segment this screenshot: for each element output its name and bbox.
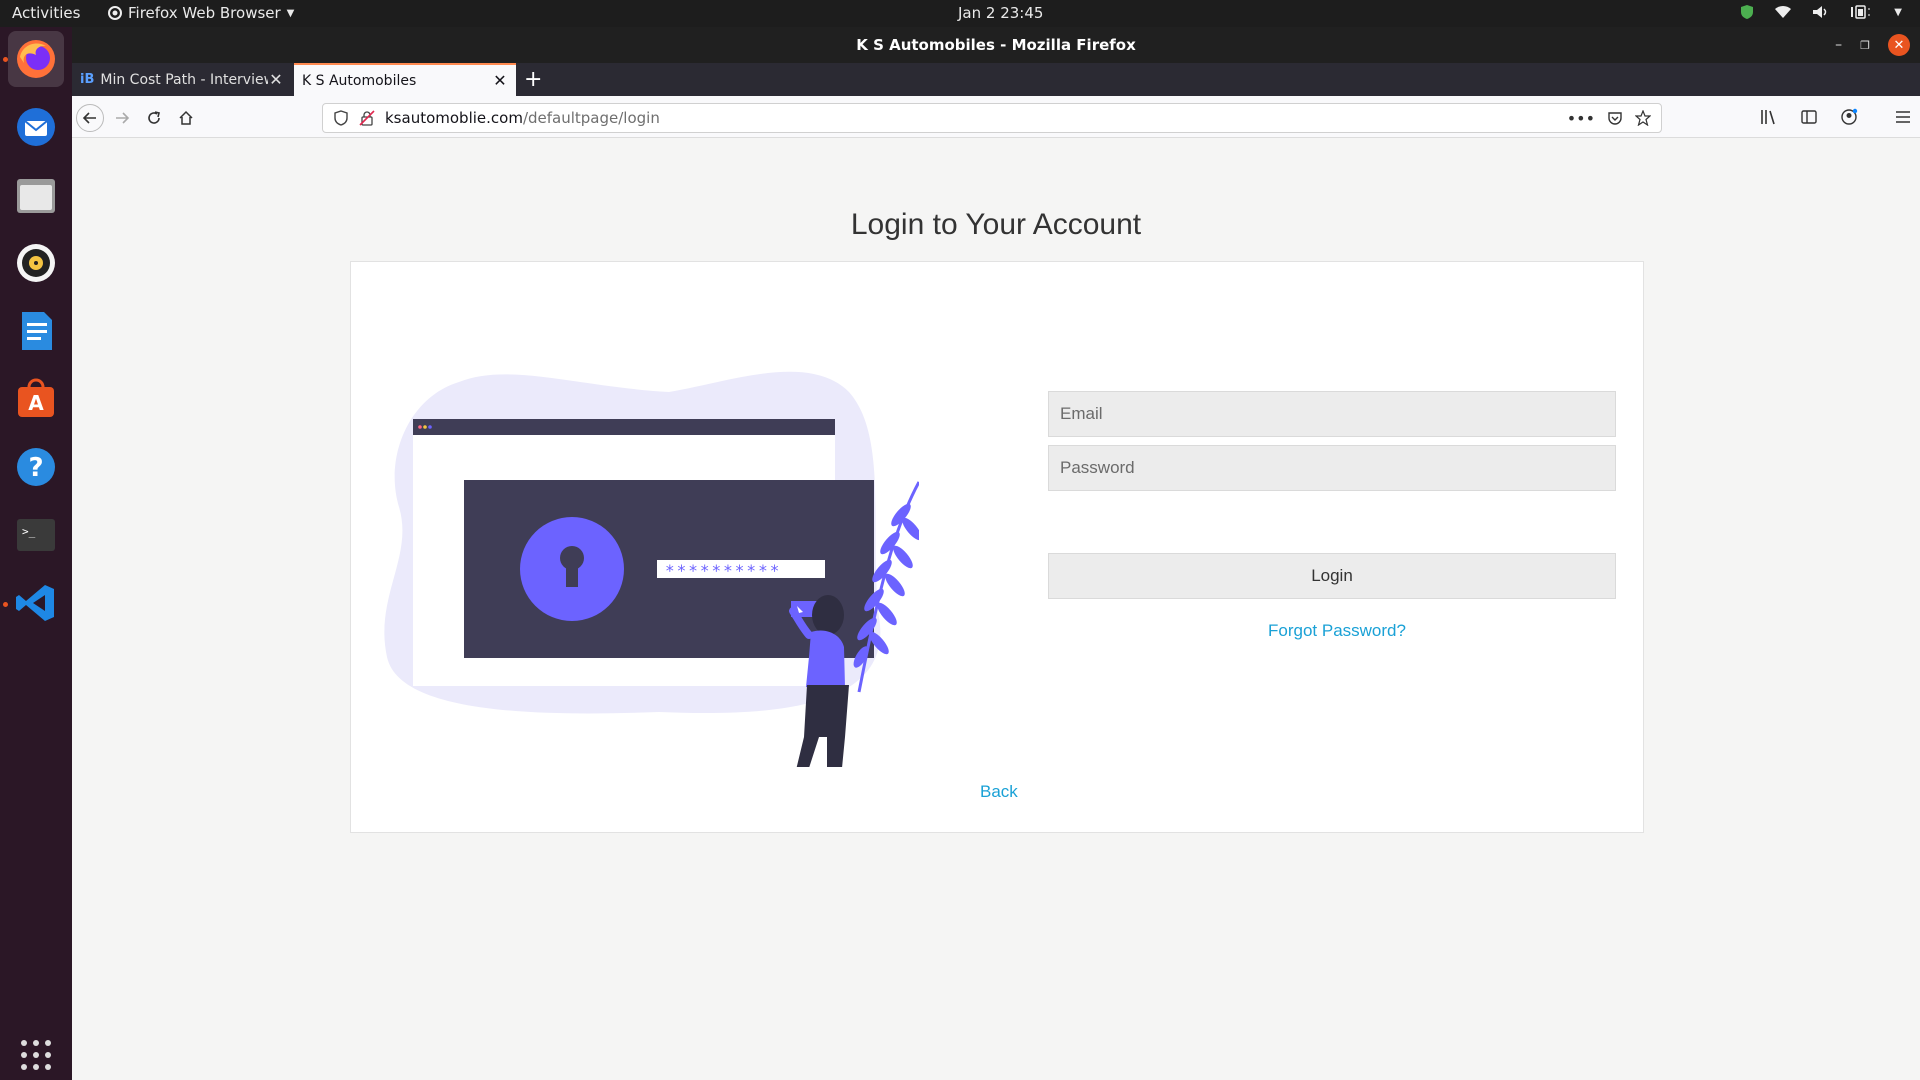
url-text[interactable]: ksautomoblie.com/defaultpage/login: [385, 109, 660, 127]
firefox-window: K S Automobiles - Mozilla Firefox – ❐ ✕ …: [72, 27, 1920, 1080]
login-card: ********** Email Login Forgot Password? …: [350, 261, 1644, 833]
wifi-icon: [1775, 5, 1792, 18]
tab-min-cost-path[interactable]: iB Min Cost Path - Interview ✕: [72, 63, 292, 96]
show-applications-icon[interactable]: [8, 1027, 64, 1080]
bookmark-star-icon[interactable]: [1635, 110, 1651, 126]
insecure-lock-icon[interactable]: [359, 110, 375, 126]
account-icon[interactable]: [1840, 108, 1858, 126]
firefox-small-icon: [108, 6, 122, 20]
illustration-password-text: **********: [665, 561, 781, 580]
login-illustration: **********: [384, 371, 919, 767]
pocket-icon[interactable]: [1607, 110, 1623, 126]
svg-text:A: A: [28, 391, 44, 415]
password-field[interactable]: [1048, 445, 1616, 491]
window-title: K S Automobiles - Mozilla Firefox: [856, 36, 1136, 54]
svg-text:?: ?: [28, 453, 43, 483]
email-field[interactable]: [1048, 391, 1616, 437]
dock-writer-icon[interactable]: [8, 303, 64, 359]
system-top-bar: Activities Firefox Web Browser ▼ Jan 2 2…: [0, 0, 1920, 27]
dock-rhythmbox-icon[interactable]: [8, 235, 64, 291]
chevron-down-icon: ▼: [1894, 6, 1902, 18]
dock-vscode-icon[interactable]: [8, 575, 64, 631]
tab-label: Min Cost Path - Interview: [100, 71, 268, 88]
shield-icon: [1741, 5, 1754, 19]
chevron-down-icon: ▼: [286, 7, 295, 19]
dock-help-icon[interactable]: ?: [8, 439, 64, 495]
app-menu-label: Firefox Web Browser: [128, 4, 281, 22]
app-menu[interactable]: Firefox Web Browser ▼: [108, 4, 294, 22]
system-tray[interactable]: ▼: [1740, 4, 1902, 20]
minimize-icon[interactable]: –: [1835, 37, 1842, 53]
close-tab-icon[interactable]: ✕: [268, 70, 284, 89]
close-window-button[interactable]: ✕: [1888, 34, 1910, 56]
dock-firefox-icon[interactable]: [8, 31, 64, 87]
url-bar[interactable]: ksautomoblie.com/defaultpage/login •••: [322, 103, 1662, 133]
back-link[interactable]: Back: [980, 782, 1018, 802]
url-domain: ksautomoblie.com: [385, 109, 523, 127]
tab-ks-automobiles[interactable]: K S Automobiles ✕: [294, 63, 516, 96]
back-button[interactable]: [76, 104, 104, 132]
page-title: Login to Your Account: [850, 208, 1142, 241]
close-tab-icon[interactable]: ✕: [492, 71, 508, 90]
dock-files-icon[interactable]: [8, 167, 64, 223]
page-actions-icon[interactable]: •••: [1567, 109, 1595, 128]
new-tab-icon[interactable]: +: [524, 67, 542, 92]
dock-terminal-icon[interactable]: >_: [8, 507, 64, 563]
maximize-icon[interactable]: ❐: [1860, 39, 1870, 52]
reload-button[interactable]: [140, 104, 168, 132]
dock-thunderbird-icon[interactable]: [8, 99, 64, 155]
shield-icon[interactable]: [333, 110, 349, 126]
activities-button[interactable]: Activities: [12, 4, 80, 22]
sidebar-icon[interactable]: [1800, 108, 1818, 126]
navigation-bar: ksautomoblie.com/defaultpage/login •••: [72, 96, 1920, 138]
tab-favicon: iB: [80, 72, 95, 87]
forward-button[interactable]: [108, 104, 136, 132]
dock: A ? >_: [0, 27, 72, 1080]
volume-icon: [1813, 6, 1827, 18]
window-titlebar[interactable]: K S Automobiles - Mozilla Firefox – ❐ ✕: [72, 27, 1920, 63]
library-icon[interactable]: [1760, 108, 1778, 126]
battery-icon: [1851, 5, 1871, 19]
login-button[interactable]: Login: [1048, 553, 1616, 599]
page-content: Login to Your Account ********** Email L…: [72, 138, 1920, 1080]
tab-label: K S Automobiles: [302, 72, 417, 89]
clock[interactable]: Jan 2 23:45: [958, 4, 1043, 22]
svg-text:>_: >_: [22, 525, 36, 538]
dock-software-icon[interactable]: A: [8, 371, 64, 427]
home-button[interactable]: [172, 104, 200, 132]
tab-strip: iB Min Cost Path - Interview ✕ K S Autom…: [72, 63, 1920, 96]
url-path: /defaultpage/login: [522, 109, 660, 127]
forgot-password-link[interactable]: Forgot Password?: [1268, 621, 1406, 641]
menu-icon[interactable]: [1894, 108, 1912, 126]
